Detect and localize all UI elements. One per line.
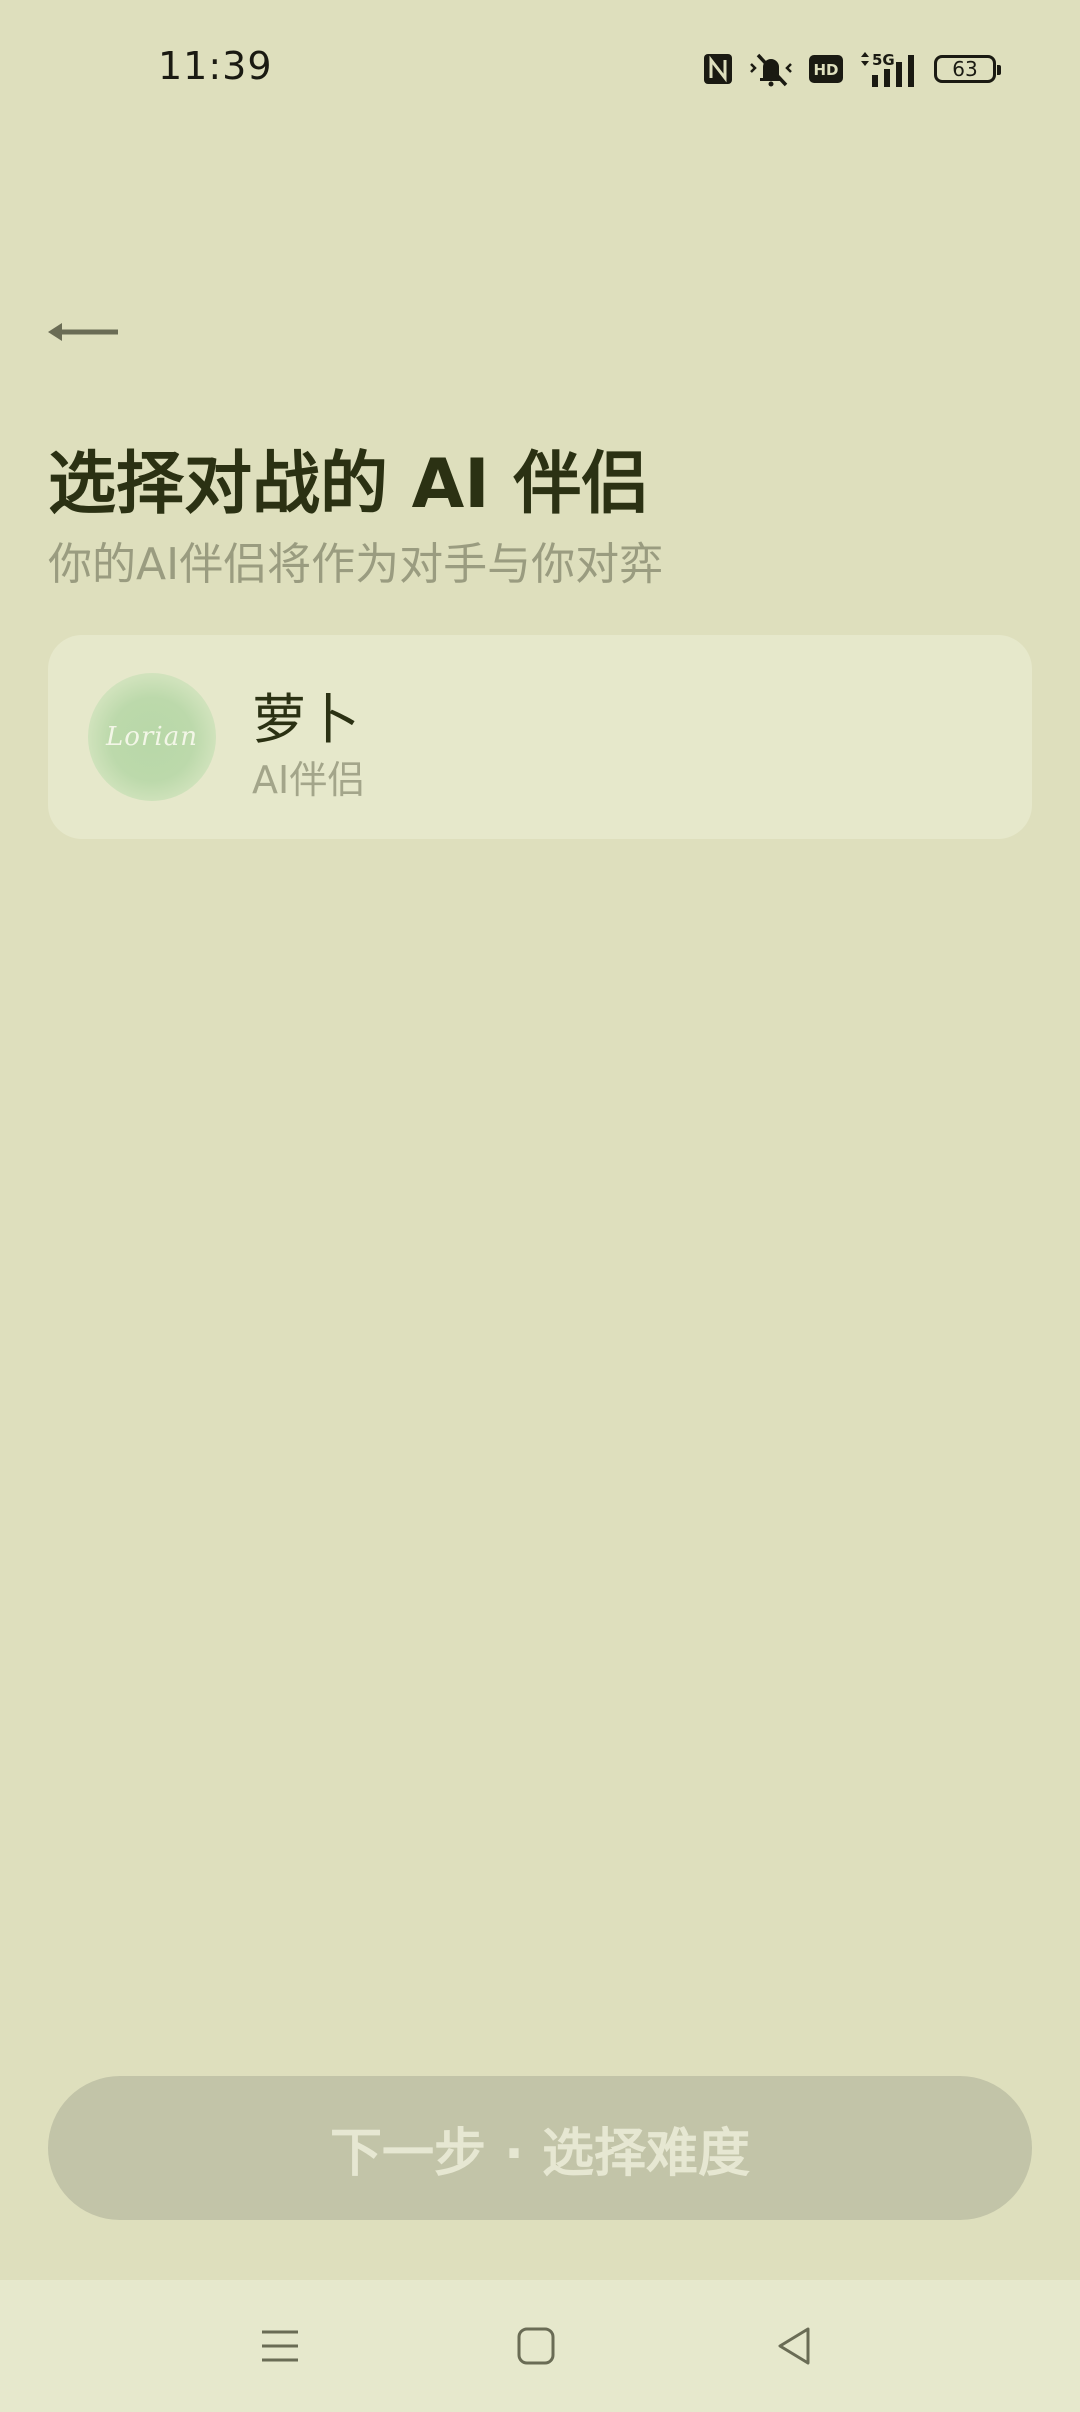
- page-title: 选择对战的 AI 伴侣: [48, 445, 650, 524]
- hd-icon: HD: [809, 55, 843, 83]
- status-bar: 11:39 HD 5G 63: [0, 0, 1080, 140]
- arrow-left-icon: [48, 323, 118, 341]
- menu-icon: [262, 2330, 298, 2362]
- page-subtitle: 你的AI伴侣将作为对手与你对弈: [48, 539, 664, 590]
- 5g-signal-icon: 5G: [861, 51, 914, 87]
- battery-level: 63: [952, 57, 978, 81]
- nav-home-button[interactable]: [476, 2280, 596, 2412]
- svg-text:HD: HD: [813, 61, 838, 79]
- avatar-logo-text: Lorian: [106, 722, 198, 752]
- svg-text:5G: 5G: [872, 51, 895, 69]
- companion-card[interactable]: Lorian 萝卜 AI伴侣: [48, 635, 1032, 839]
- back-button[interactable]: [46, 308, 122, 356]
- companion-name: 萝卜: [252, 688, 360, 751]
- avatar: Lorian: [88, 673, 216, 801]
- back-icon: [778, 2327, 810, 2365]
- status-icons: HD 5G 63: [702, 48, 1001, 90]
- nav-back-button[interactable]: [734, 2280, 854, 2412]
- nav-menu-button[interactable]: [220, 2280, 340, 2412]
- status-time: 11:39: [158, 44, 273, 88]
- home-icon: [517, 2327, 555, 2365]
- next-step-button[interactable]: 下一步 · 选择难度: [48, 2076, 1032, 2220]
- companion-type: AI伴侣: [252, 758, 366, 802]
- mute-icon: [750, 53, 792, 87]
- system-nav-bar: [0, 2280, 1080, 2412]
- nfc-icon: [704, 54, 732, 84]
- battery-icon: 63: [934, 55, 1001, 83]
